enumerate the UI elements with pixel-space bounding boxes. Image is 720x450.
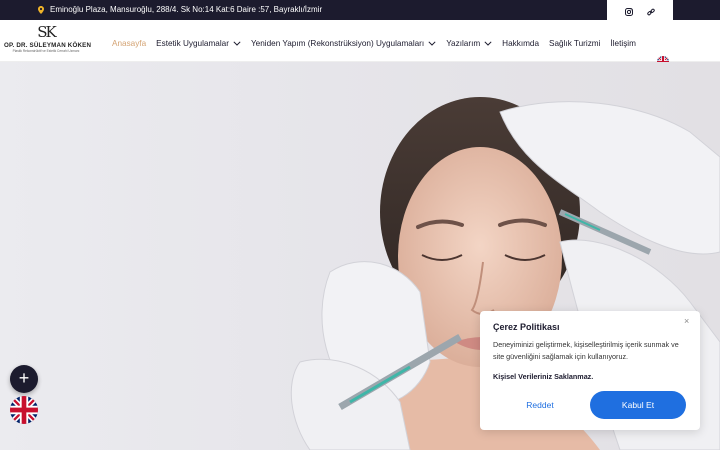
nav-item-label: Yeniden Yapım (Rekonstrüksiyon) Uygulama… [250,39,425,48]
nav-item-health-tourism[interactable]: Sağlık Turizmi [549,39,600,48]
nav-item-contact[interactable]: İletişim [610,39,635,48]
site-header: SK OP. DR. SÜLEYMAN KÖKEN Plastik Rekons… [0,20,720,68]
chevron-down-icon [484,41,492,46]
nav-item-home[interactable]: Anasayfa [112,39,146,48]
logo-tagline: Plastik Rekonstrüktif ve Estetik Cerrahi… [12,49,80,53]
main-nav: Anasayfa Estetik Uygulamalar Yeniden Yap… [112,39,646,48]
address-block: Eminoğlu Plaza, Mansuroğlu, 288/4. Sk No… [38,5,322,14]
close-icon[interactable]: × [684,316,689,326]
nav-item-reconstruction[interactable]: Yeniden Yapım (Rekonstrüksiyon) Uygulama… [251,39,436,48]
nav-item-label: Anasayfa [112,39,147,48]
logo-monogram: SK [37,23,56,41]
instagram-icon[interactable] [625,8,633,16]
logo-name: OP. DR. SÜLEYMAN KÖKEN [4,42,92,49]
nav-item-articles[interactable]: Yazılarım [446,39,492,48]
site-logo[interactable]: SK OP. DR. SÜLEYMAN KÖKEN Plastik Rekons… [4,23,92,58]
floating-add-button[interactable]: + [10,365,38,393]
accept-button[interactable]: Kabul Et [590,391,686,419]
cookie-consent-dialog: Çerez Politikası × Deneyiminizi geliştir… [480,311,700,430]
nav-item-about[interactable]: Hakkımda [502,39,539,48]
chevron-down-icon [233,41,241,46]
nav-item-label: Sağlık Turizmi [549,39,601,48]
privacy-link[interactable]: Kişisel Verileriniz Saklanmaz. [493,372,593,381]
uk-flag-icon[interactable] [10,396,38,424]
nav-item-aesthetic[interactable]: Estetik Uygulamalar [156,39,241,48]
link-icon[interactable] [647,8,655,16]
chevron-down-icon [428,41,436,46]
reject-button[interactable]: Reddet [493,391,587,419]
location-pin-icon [38,5,44,14]
nav-item-label: Yazılarım [446,39,481,48]
address-text: Eminoğlu Plaza, Mansuroğlu, 288/4. Sk No… [50,5,323,14]
nav-item-label: Hakkımda [502,39,540,48]
nav-item-label: Estetik Uygulamalar [156,39,229,48]
cookie-text: Deneyiminizi geliştirmek, kişiselleştiri… [493,340,679,361]
cookie-title: Çerez Politikası [493,322,560,332]
nav-item-label: İletişim [610,39,636,48]
